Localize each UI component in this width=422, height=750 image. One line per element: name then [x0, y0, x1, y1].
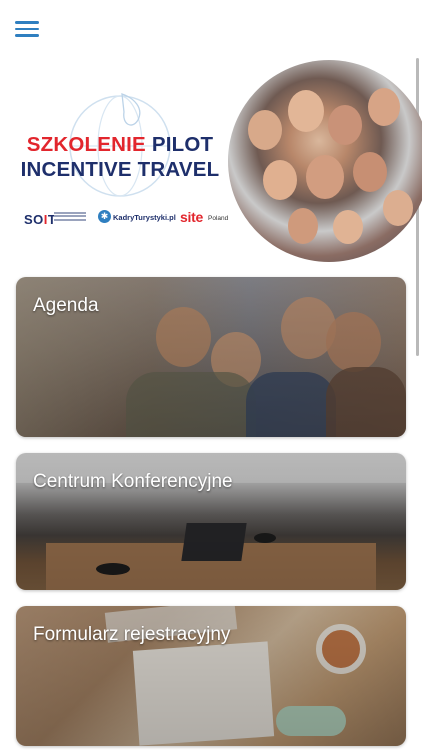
registration-card-title: Formularz rejestracyjny [33, 624, 231, 645]
site-logo-country: Poland [208, 215, 229, 222]
menu-line [15, 21, 39, 24]
banner-title-red: SZKOLENIE [26, 133, 146, 156]
soit-logo-so: SO [24, 212, 44, 227]
soit-tagline-lines [54, 210, 86, 226]
event-banner: SZKOLENIE PILOT INCENTIVE TRAVEL SOIT ✱ … [0, 60, 422, 265]
sponsor-logos: SOIT ✱ KadryTurystyki.pl site Poland [24, 208, 234, 230]
menu-line [15, 27, 39, 30]
soit-logo: SOIT [24, 212, 56, 227]
kadry-logo-icon: ✱ [98, 210, 111, 223]
banner-subtitle: INCENTIVE TRAVEL [20, 158, 220, 181]
hamburger-menu-icon[interactable] [15, 20, 41, 38]
agenda-card-title: Agenda [33, 295, 99, 316]
kadry-logo: KadryTurystyki.pl [113, 213, 176, 222]
registration-form-card[interactable]: Formularz rejestracyjny [16, 606, 406, 746]
site-logo: site [180, 209, 203, 225]
agenda-card[interactable]: Agenda [16, 277, 406, 437]
banner-title-navy: PILOT [151, 133, 214, 156]
conference-card-title: Centrum Konferencyjne [33, 471, 233, 492]
banner-title: SZKOLENIE PILOT INCENTIVE TRAVEL [0, 132, 240, 182]
group-photo [228, 60, 422, 262]
conference-center-card[interactable]: Centrum Konferencyjne [16, 453, 406, 590]
menu-line [15, 34, 39, 37]
